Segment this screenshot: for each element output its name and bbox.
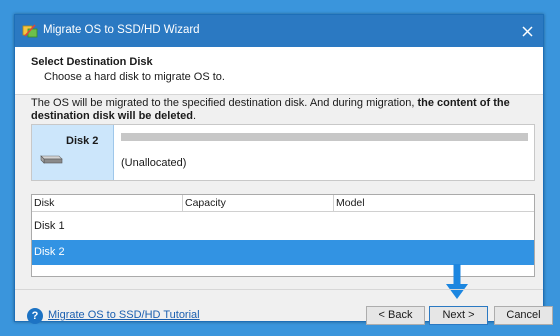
table-row[interactable]: Disk 1 [32, 214, 534, 239]
tutorial-link[interactable]: Migrate OS to SSD/HD Tutorial [48, 309, 200, 321]
column-header-disk[interactable]: Disk [32, 195, 183, 211]
close-icon[interactable] [511, 15, 543, 47]
disk-cell: Disk 2 [34, 246, 65, 258]
disk-name: Disk 2 [66, 135, 99, 147]
page-title: Select Destination Disk [31, 56, 153, 68]
disk-info-panel[interactable]: Disk 2 [32, 125, 114, 180]
down-arrow-icon [446, 264, 468, 303]
title-bar[interactable]: Migrate OS to SSD/HD Wizard [15, 15, 543, 47]
wizard-window: Migrate OS to SSD/HD Wizard Select Desti… [14, 14, 553, 325]
footer-divider [15, 289, 543, 290]
window-title: Migrate OS to SSD/HD Wizard [43, 24, 200, 36]
warning-end: . [192, 110, 197, 122]
column-header-model[interactable]: Model [334, 195, 534, 211]
warning-text: The OS will be migrated to the specified… [31, 97, 418, 109]
question-circle-icon[interactable]: ? [27, 308, 43, 324]
migration-warning: The OS will be migrated to the specified… [31, 97, 536, 123]
destination-disk-map[interactable]: Disk 2 (Unallocated) [31, 124, 535, 181]
wizard-header: Select Destination Disk Choose a hard di… [15, 47, 543, 95]
page-subtitle: Choose a hard disk to migrate OS to. [44, 71, 225, 83]
migrate-wizard-icon [22, 23, 38, 39]
next-button[interactable]: Next > [429, 306, 488, 325]
back-button[interactable]: < Back [366, 306, 425, 325]
partition-label: (Unallocated) [121, 157, 187, 169]
table-row-selected[interactable]: Disk 2 [32, 240, 534, 265]
column-header-capacity[interactable]: Capacity [183, 195, 334, 211]
partition-usage-bar [121, 133, 528, 141]
cancel-button[interactable]: Cancel [494, 306, 553, 325]
table-header: Disk Capacity Model [32, 195, 534, 212]
hard-disk-icon [39, 153, 63, 168]
disk-cell: Disk 1 [34, 220, 65, 232]
